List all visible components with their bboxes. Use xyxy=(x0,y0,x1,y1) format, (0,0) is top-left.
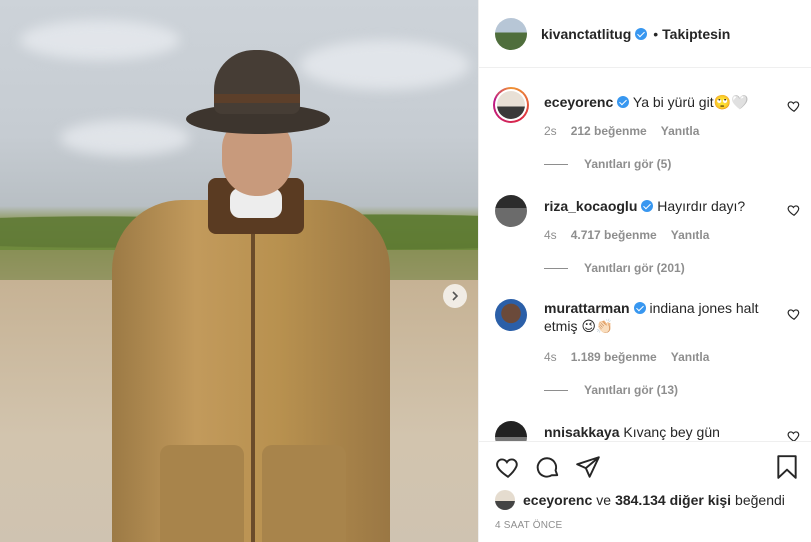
comment-username[interactable]: nnisakkaya xyxy=(544,424,620,440)
author-avatar[interactable] xyxy=(495,17,527,50)
comment-meta: 2s 212 beğenme Yanıtla xyxy=(544,124,699,138)
liked-by-user[interactable]: eceyorenc xyxy=(523,492,592,508)
instagram-post: kivanctatlitug • Takiptesin eceyorenc Ya… xyxy=(0,0,811,542)
comment-likes[interactable]: 212 beğenme xyxy=(571,124,647,138)
post-actions: eceyorenc ve 384.134 diğer kişi beğendi … xyxy=(479,441,811,542)
heart-icon[interactable] xyxy=(787,99,801,113)
divider-line xyxy=(544,389,568,391)
comment-username[interactable]: eceyorenc xyxy=(544,94,613,110)
comment-icon[interactable] xyxy=(535,454,561,480)
liked-by-avatar xyxy=(495,490,515,510)
heart-icon[interactable] xyxy=(787,429,801,441)
comment-text: Hayırdır dayı? xyxy=(657,198,746,214)
comment-body: murattarman indiana jones halt etmiş 😉👏🏻 xyxy=(544,299,774,335)
post-photo[interactable] xyxy=(0,0,478,542)
jacket-zipper xyxy=(251,220,255,542)
verified-badge-icon xyxy=(617,96,630,108)
view-replies-label: Yanıtları gör (13) xyxy=(584,383,679,397)
jacket-pocket-right xyxy=(262,445,346,542)
comment-body: riza_kocaoglu Hayırdır dayı? xyxy=(544,197,774,215)
view-replies-label: Yanıtları gör (5) xyxy=(584,157,672,171)
comment-text: Kıvanç bey gün xyxy=(623,424,720,440)
story-ring xyxy=(493,87,529,123)
comment-username[interactable]: murattarman xyxy=(544,300,630,316)
comment-likes[interactable]: 4.717 beğenme xyxy=(571,228,657,242)
comment-age: 4s xyxy=(544,228,557,242)
reply-button[interactable]: Yanıtla xyxy=(671,228,710,242)
post-timestamp[interactable]: 4 SAAT ÖNCE xyxy=(495,520,562,531)
jacket-pocket-left xyxy=(160,445,244,542)
divider-line xyxy=(544,267,568,269)
comment-avatar[interactable] xyxy=(495,421,527,441)
verified-badge-icon xyxy=(641,200,654,212)
liked-by-others[interactable]: 384.134 diğer kişi xyxy=(615,492,731,508)
comment-avatar[interactable] xyxy=(495,299,527,331)
post-header: kivanctatlitug • Takiptesin xyxy=(479,0,811,68)
liked-by-suffix: beğendi xyxy=(735,492,785,508)
hat-crown xyxy=(214,50,300,114)
comment-text: Ya bi yürü git🙄🤍 xyxy=(632,94,749,110)
reply-button[interactable]: Yanıtla xyxy=(661,124,700,138)
comment-age: 2s xyxy=(544,124,557,138)
man-figure xyxy=(0,0,478,542)
divider-line xyxy=(544,163,568,165)
verified-badge-icon xyxy=(633,302,646,314)
heart-icon[interactable] xyxy=(787,307,801,321)
carousel-next-button[interactable] xyxy=(443,284,467,308)
view-replies-label: Yanıtları gör (201) xyxy=(584,261,685,275)
comment-body: nnisakkaya Kıvanç bey gün xyxy=(544,423,774,441)
comment-body: eceyorenc Ya bi yürü git🙄🤍 xyxy=(544,93,774,111)
chevron-right-icon xyxy=(452,291,459,301)
verified-badge-icon xyxy=(635,27,648,40)
post-side-panel: kivanctatlitug • Takiptesin eceyorenc Ya… xyxy=(478,0,811,542)
liked-by-connector: ve xyxy=(596,492,612,508)
comment-likes[interactable]: 1.189 beğenme xyxy=(571,350,657,364)
view-replies-button[interactable]: Yanıtları gör (201) xyxy=(544,261,685,275)
bookmark-icon[interactable] xyxy=(774,454,800,480)
comment-age: 4s xyxy=(544,350,557,364)
liked-by-summary[interactable]: eceyorenc ve 384.134 diğer kişi beğendi xyxy=(495,490,785,510)
comment-avatar[interactable] xyxy=(493,87,529,123)
heart-icon[interactable] xyxy=(495,454,521,480)
comment-meta: 4s 1.189 beğenme Yanıtla xyxy=(544,350,709,364)
heart-icon[interactable] xyxy=(787,203,801,217)
separator-dot: • xyxy=(653,25,659,42)
author-username[interactable]: kivanctatlitug xyxy=(541,26,631,42)
reply-button[interactable]: Yanıtla xyxy=(671,350,710,364)
comments-list[interactable]: eceyorenc Ya bi yürü git🙄🤍 2s 212 beğenm… xyxy=(479,69,811,441)
view-replies-button[interactable]: Yanıtları gör (13) xyxy=(544,383,678,397)
comment-avatar[interactable] xyxy=(495,195,527,227)
send-icon[interactable] xyxy=(575,454,601,480)
view-replies-button[interactable]: Yanıtları gör (5) xyxy=(544,157,671,171)
hat-band xyxy=(214,94,300,103)
following-status[interactable]: Takiptesin xyxy=(662,26,730,42)
comment-username[interactable]: riza_kocaoglu xyxy=(544,198,637,214)
comment-meta: 4s 4.717 beğenme Yanıtla xyxy=(544,228,709,242)
